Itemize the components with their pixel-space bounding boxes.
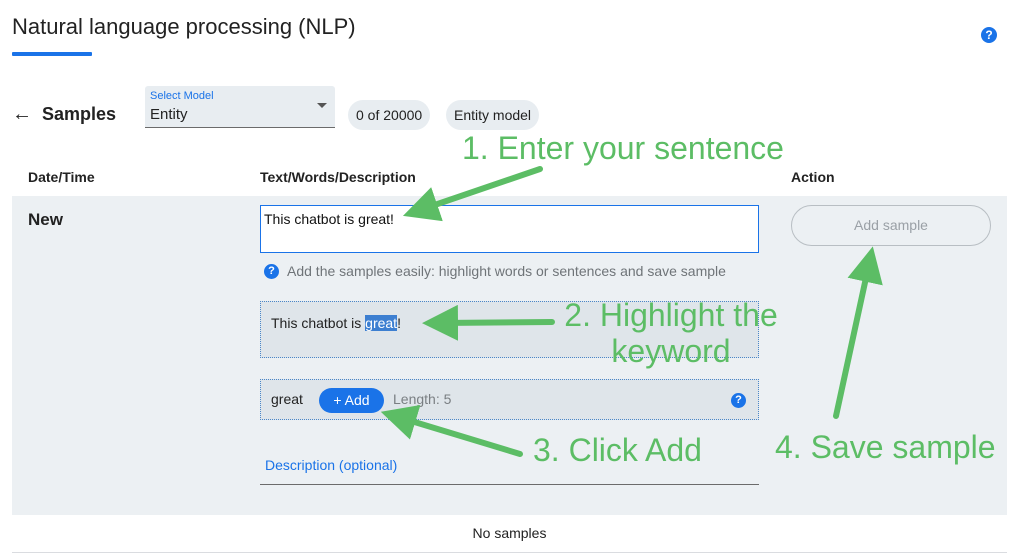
empty-state-text: No samples <box>472 525 547 541</box>
model-select-label: Select Model <box>150 90 214 102</box>
highlighted-keyword[interactable]: great <box>365 315 398 331</box>
sentence-input[interactable]: This chatbot is great! <box>260 205 759 253</box>
highlight-text-after: ! <box>397 315 401 331</box>
title-underline <box>12 52 92 56</box>
annotation-step2: 2. Highlight the keyword <box>564 297 778 369</box>
annotation-step3: 3. Click Add <box>533 432 702 468</box>
samples-heading: Samples <box>42 104 117 124</box>
add-sample-button[interactable]: Add sample <box>791 205 991 246</box>
model-type-chip: Entity model <box>446 100 540 130</box>
annotation-step1: 1. Enter your sentence <box>462 130 784 166</box>
keyword-row: great + Add Length: 5 ? <box>260 379 759 420</box>
model-select-value: Entity <box>150 106 188 123</box>
column-header-action: Action <box>791 169 835 185</box>
highlight-text-before: This chatbot is <box>271 315 366 331</box>
description-placeholder: Description (optional) <box>265 457 398 473</box>
help-icon[interactable]: ? <box>981 27 997 43</box>
help-hint-text: Add the samples easily: highlight words … <box>287 263 726 279</box>
model-select[interactable]: Select Model Entity <box>145 86 335 128</box>
column-header-text: Text/Words/Description <box>260 169 416 185</box>
caret-down-icon <box>317 103 327 108</box>
add-keyword-button[interactable]: + Add <box>319 388 384 413</box>
column-header-date-time: Date/Time <box>28 169 95 185</box>
table-bottom-divider <box>12 552 1007 553</box>
question-circle-icon: ? <box>264 263 279 279</box>
annotation-step4: 4. Save sample <box>775 429 996 465</box>
sample-count-chip: 0 of 20000 <box>348 100 431 130</box>
page-title: Natural language processing (NLP) <box>12 14 356 39</box>
help-hint: ? Add the samples easily: highlight word… <box>264 263 726 279</box>
keyword-text: great <box>271 391 303 407</box>
new-row-label: New <box>28 210 63 229</box>
question-circle-icon[interactable]: ? <box>731 393 746 408</box>
keyword-length: Length: 5 <box>393 391 452 407</box>
back-arrow-icon[interactable]: ← <box>12 104 32 124</box>
